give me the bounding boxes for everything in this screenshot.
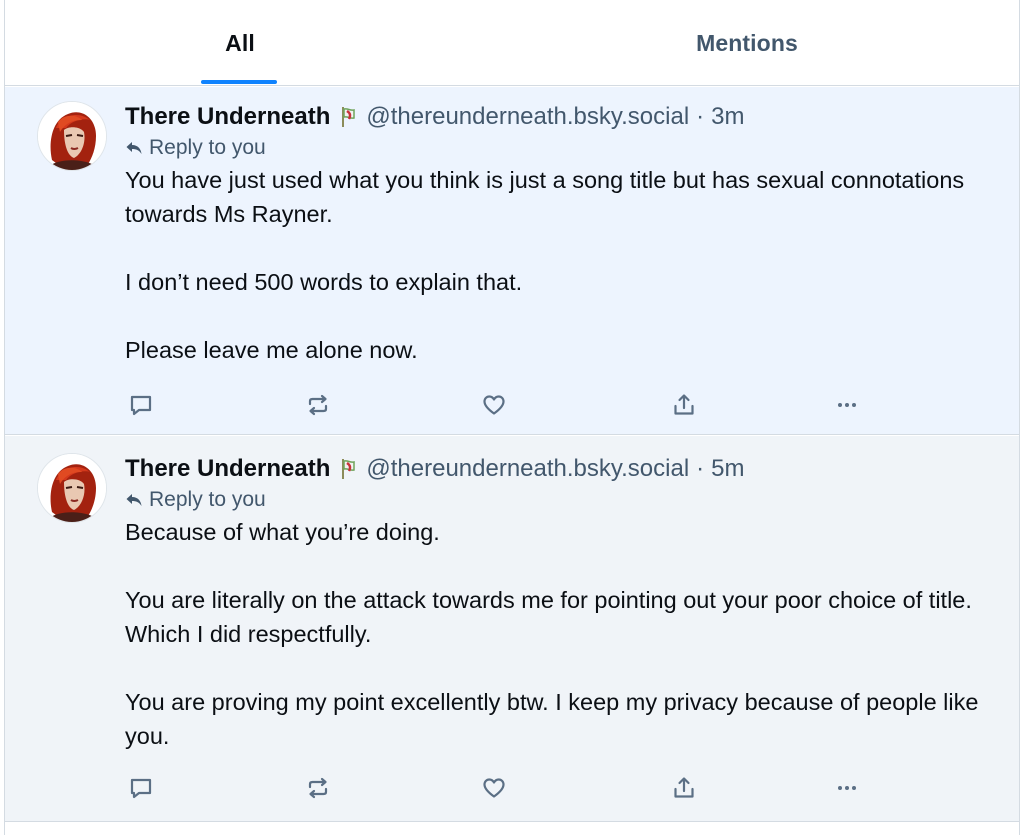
post-actions bbox=[5, 768, 856, 808]
flag-badge-icon bbox=[342, 107, 356, 127]
flag-badge-icon bbox=[342, 459, 356, 479]
reply-arrow-icon bbox=[126, 494, 142, 506]
separator-dot: · bbox=[696, 455, 705, 482]
reply-context-label: Reply to you bbox=[149, 136, 266, 159]
like-button[interactable] bbox=[474, 768, 514, 808]
tab-all-label: All bbox=[225, 29, 255, 56]
repost-icon bbox=[308, 777, 328, 799]
notification-tabs: All Mentions bbox=[5, 0, 1019, 86]
reply-button[interactable] bbox=[121, 385, 161, 425]
tab-all[interactable]: All bbox=[155, 0, 325, 86]
post-timestamp[interactable]: 5m bbox=[711, 455, 744, 483]
post-paragraph: You are literally on the attack towards … bbox=[125, 587, 972, 647]
tab-mentions[interactable]: Mentions bbox=[645, 0, 849, 86]
repost-button[interactable] bbox=[298, 385, 338, 425]
post-paragraph: You are proving my point excellently btw… bbox=[125, 689, 979, 749]
share-button[interactable] bbox=[664, 768, 704, 808]
post-actions bbox=[5, 385, 856, 425]
post-header: There Underneath @thereunderneath.bsky.s… bbox=[125, 101, 995, 133]
reply-arrow-icon bbox=[126, 142, 142, 154]
post-content: There Underneath @thereunderneath.bsky.s… bbox=[125, 453, 995, 753]
author-name[interactable]: There Underneath bbox=[125, 455, 330, 483]
more-options-button[interactable] bbox=[827, 768, 867, 808]
heart-icon bbox=[483, 778, 505, 798]
post-body: Because of what you’re doing. You are li… bbox=[125, 515, 995, 753]
notification-post[interactable]: There Underneath @thereunderneath.bsky.s… bbox=[5, 436, 1019, 822]
notifications-panel: All Mentions There Underneath @thereunde… bbox=[4, 0, 1020, 835]
reply-context-label: Reply to you bbox=[149, 488, 266, 511]
comment-icon bbox=[130, 395, 152, 416]
heart-icon bbox=[483, 395, 505, 415]
more-icon bbox=[838, 403, 856, 407]
post-paragraph: I don’t need 500 words to explain that. bbox=[125, 269, 523, 295]
active-tab-indicator bbox=[201, 80, 277, 84]
author-handle[interactable]: @thereunderneath.bsky.social bbox=[366, 103, 689, 131]
author-handle[interactable]: @thereunderneath.bsky.social bbox=[366, 455, 689, 483]
like-button[interactable] bbox=[474, 385, 514, 425]
post-content: There Underneath @thereunderneath.bsky.s… bbox=[125, 101, 995, 367]
post-body: You have just used what you think is jus… bbox=[125, 163, 995, 367]
post-timestamp[interactable]: 3m bbox=[711, 103, 744, 131]
separator-dot: · bbox=[696, 103, 705, 130]
repost-icon bbox=[308, 394, 328, 416]
post-paragraph: You have just used what you think is jus… bbox=[125, 167, 965, 227]
more-icon bbox=[838, 786, 856, 790]
avatar[interactable] bbox=[37, 453, 107, 523]
share-button[interactable] bbox=[664, 385, 704, 425]
reply-context[interactable]: Reply to you bbox=[125, 485, 995, 515]
comment-icon bbox=[130, 778, 152, 799]
tab-mentions-label: Mentions bbox=[696, 29, 798, 56]
repost-button[interactable] bbox=[298, 768, 338, 808]
post-paragraph: Please leave me alone now. bbox=[125, 337, 418, 363]
reply-context[interactable]: Reply to you bbox=[125, 133, 995, 163]
share-icon bbox=[674, 394, 694, 415]
author-name[interactable]: There Underneath bbox=[125, 103, 330, 131]
share-icon bbox=[674, 777, 694, 798]
more-options-button[interactable] bbox=[827, 385, 867, 425]
avatar[interactable] bbox=[37, 101, 107, 171]
notification-post[interactable]: There Underneath @thereunderneath.bsky.s… bbox=[5, 87, 1019, 435]
reply-button[interactable] bbox=[121, 768, 161, 808]
post-header: There Underneath @thereunderneath.bsky.s… bbox=[125, 453, 995, 485]
post-paragraph: Because of what you’re doing. bbox=[125, 519, 440, 545]
